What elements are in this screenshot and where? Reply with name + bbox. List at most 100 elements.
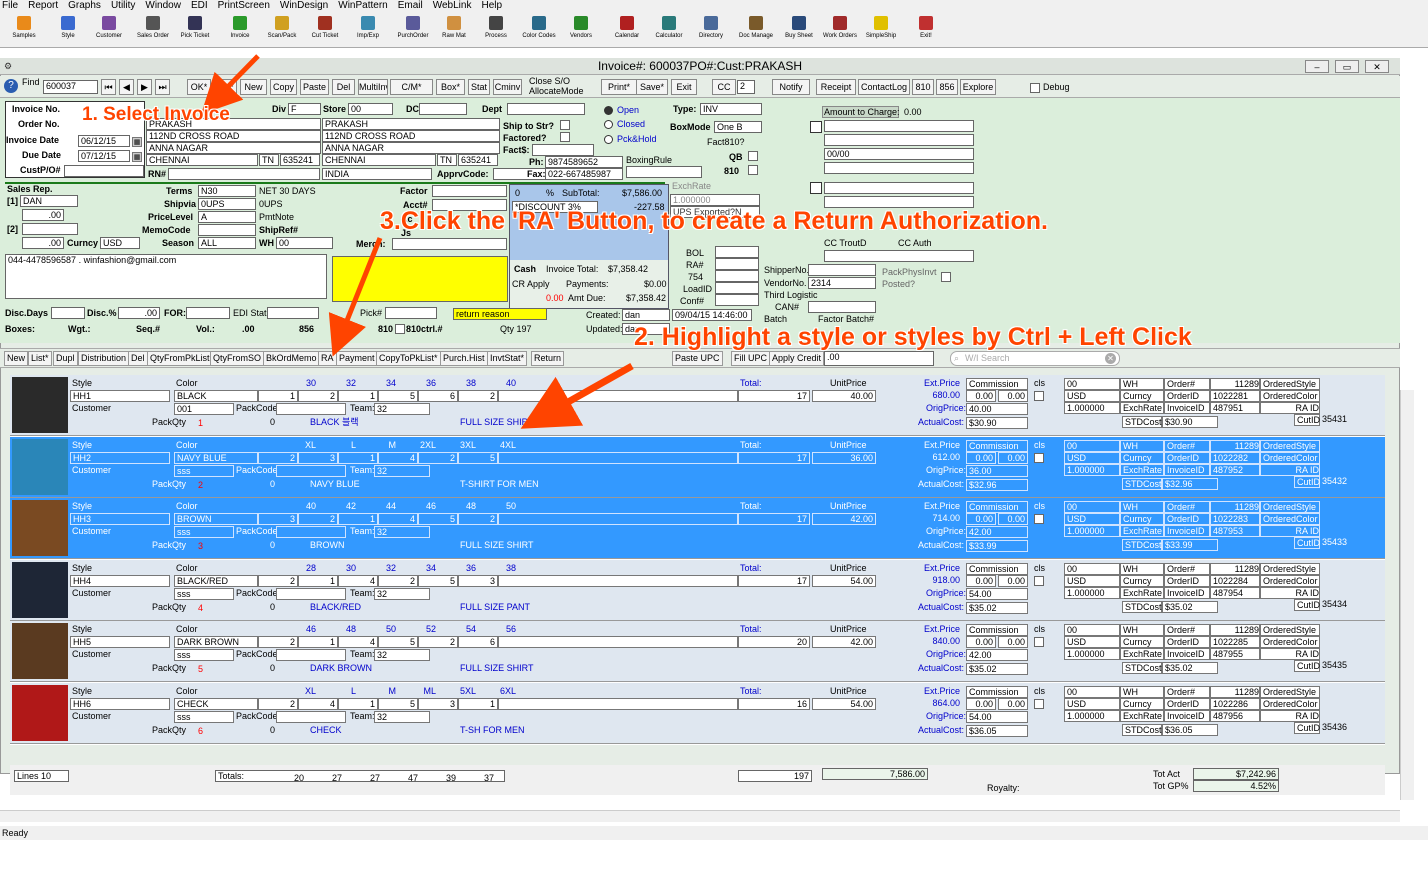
size-qty[interactable]: 1	[298, 636, 338, 648]
size-qty[interactable]: 1	[458, 697, 498, 710]
wh-select[interactable]: 00	[1064, 685, 1120, 698]
last-record-button[interactable]: ⏭	[155, 79, 170, 95]
vendorno-field[interactable]: 2314	[808, 277, 876, 289]
div-select[interactable]: F	[288, 103, 321, 115]
cls-checkbox[interactable]	[1034, 637, 1044, 647]
commission-2[interactable]: 0.00	[998, 390, 1028, 402]
print-button[interactable]: Print*	[601, 79, 637, 95]
toolbar-scan-pack[interactable]: Scan/Pack	[260, 16, 304, 40]
maximize-button[interactable]: ▭	[1335, 60, 1359, 73]
merch-select[interactable]	[392, 238, 507, 250]
exit-button[interactable]: Exit	[671, 79, 697, 95]
empty-size-cells[interactable]	[498, 513, 738, 525]
fact-field[interactable]	[532, 144, 594, 156]
menu-item-winpattern[interactable]: WinPattern	[338, 0, 387, 12]
size-qty[interactable]: 2	[298, 390, 338, 402]
pick-field[interactable]	[385, 307, 437, 319]
clear-search-icon[interactable]: ✕	[1105, 353, 1116, 364]
empty-size-cells[interactable]	[498, 390, 738, 402]
size-qty[interactable]: 1	[298, 574, 338, 587]
team-select[interactable]: 32	[374, 464, 430, 477]
can-field[interactable]	[808, 301, 876, 313]
tab-ra[interactable]: RA	[318, 351, 337, 366]
close-so-label[interactable]: Close S/O	[529, 76, 570, 86]
calendar-icon[interactable]: ▦	[132, 152, 142, 162]
store-field[interactable]: 00	[348, 103, 393, 115]
pckhold-radio[interactable]	[604, 135, 613, 144]
commission-1[interactable]: 0.00	[966, 390, 996, 402]
curncy-field[interactable]: USD	[1064, 697, 1120, 710]
ra-field[interactable]	[715, 258, 759, 270]
billto-address1[interactable]: 112ND CROSS ROAD	[146, 130, 321, 142]
toolbar-buy-sheet[interactable]: Buy Sheet	[777, 16, 821, 40]
toolbar-invoice[interactable]: Invoice	[218, 16, 262, 40]
toolbar-directory[interactable]: Directory	[689, 16, 733, 40]
tab-fill-upc[interactable]: Fill UPC	[731, 351, 770, 366]
toolbar-vendors[interactable]: Vendors	[559, 16, 603, 40]
debug-checkbox[interactable]	[1030, 83, 1040, 93]
origprice-field[interactable]: 40.00	[966, 403, 1028, 415]
commission-1[interactable]: 0.00	[966, 451, 996, 464]
menu-item-email[interactable]: Email	[398, 0, 423, 12]
curncy-field[interactable]: USD	[100, 237, 140, 249]
unitprice-field[interactable]: 42.00	[812, 513, 876, 525]
menu-item-utility[interactable]: Utility	[111, 0, 135, 12]
rep1-pct[interactable]: .00	[22, 209, 64, 221]
team-select[interactable]: 32	[374, 649, 430, 661]
menu-item-edi[interactable]: EDI	[191, 0, 208, 12]
size-qty[interactable]: 3	[418, 697, 458, 710]
toolbar-exit-[interactable]: Exit!	[904, 16, 948, 40]
tab-bkordmemo[interactable]: BkOrdMemo	[263, 351, 320, 366]
due-date-field[interactable]: 07/12/15	[78, 150, 130, 162]
size-qty[interactable]: 4	[338, 574, 378, 587]
actualcost-field[interactable]: $32.96	[966, 478, 1028, 491]
commission-2[interactable]: 0.00	[998, 513, 1028, 525]
unitprice-field[interactable]: 42.00	[812, 636, 876, 648]
nav-multiinv-button[interactable]: MultiInv*	[358, 79, 388, 95]
ra-extra-field[interactable]	[715, 270, 759, 282]
actualcost-field[interactable]: $33.99	[966, 540, 1028, 552]
customer-field[interactable]: sss	[174, 464, 234, 477]
unitprice-field[interactable]: 54.00	[812, 574, 876, 587]
size-qty[interactable]: 2	[258, 574, 298, 587]
nav-cm-button[interactable]: C/M*	[390, 79, 433, 95]
style-field[interactable]: HH6	[70, 697, 170, 710]
cc-auth-field[interactable]	[824, 250, 974, 262]
qb-checkbox[interactable]	[748, 151, 758, 161]
charge-date[interactable]: 00/00	[824, 148, 974, 160]
commission-2[interactable]: 0.00	[998, 574, 1028, 587]
exchrate-field[interactable]: 1.000000	[670, 194, 760, 206]
size-qty[interactable]: 4	[298, 697, 338, 710]
cls-checkbox[interactable]	[1034, 391, 1044, 401]
size-qty[interactable]: 2	[378, 574, 418, 587]
nav-copy-button[interactable]: Copy	[270, 79, 297, 95]
commission-2[interactable]: 0.00	[998, 451, 1028, 464]
bol-field[interactable]	[715, 246, 759, 258]
wh-select[interactable]: 00	[1064, 562, 1120, 575]
table-row[interactable]: Style Color HH1 BLACK Customer 001 PackCode Tea…	[10, 375, 1385, 436]
type-select[interactable]: INV	[700, 103, 762, 115]
menu-item-windesign[interactable]: WinDesign	[280, 0, 328, 12]
next-record-button[interactable]: ▶	[137, 79, 152, 95]
boxingrule-select[interactable]	[626, 166, 702, 178]
actualcost-field[interactable]: $30.90	[966, 417, 1028, 429]
cc-value[interactable]: 2	[737, 80, 755, 94]
origprice-field[interactable]: 42.00	[966, 649, 1028, 661]
size-qty[interactable]: 4	[378, 451, 418, 464]
toolbar-samples[interactable]: Samples	[2, 16, 46, 40]
rn-field[interactable]	[168, 168, 320, 180]
menu-item-window[interactable]: Window	[145, 0, 181, 12]
return-reason-field[interactable]: return reason	[453, 308, 547, 320]
toolbar-work-orders[interactable]: Work Orders	[818, 16, 862, 40]
packcode-select[interactable]	[276, 587, 346, 600]
size-qty[interactable]: 5	[418, 574, 458, 587]
contactlog-button[interactable]: ContactLog	[858, 79, 910, 95]
commission-1[interactable]: 0.00	[966, 697, 996, 710]
cc-field-1[interactable]	[824, 182, 974, 194]
factored-checkbox[interactable]	[560, 132, 570, 142]
factor-select[interactable]	[432, 185, 507, 197]
tab-paste-upc[interactable]: Paste UPC	[672, 351, 723, 366]
loadid-field[interactable]	[715, 282, 759, 294]
size-qty[interactable]: 2	[458, 513, 498, 525]
return-reason-box[interactable]	[332, 256, 508, 302]
